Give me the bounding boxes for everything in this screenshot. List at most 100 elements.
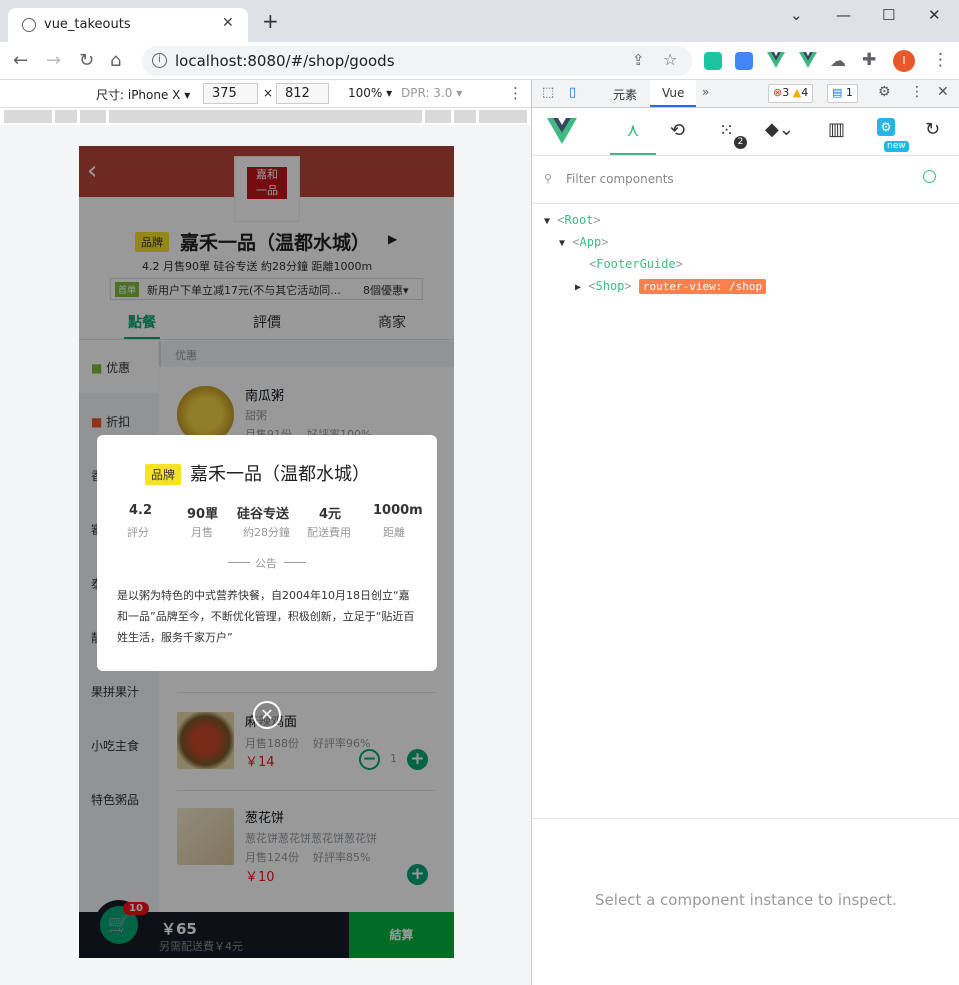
stat-label: 評分: [127, 526, 149, 539]
translate-icon[interactable]: [735, 52, 753, 70]
stat-value: 4元: [319, 507, 342, 522]
stat-label: 距離: [383, 526, 405, 539]
close-window-icon[interactable]: ✕: [928, 6, 941, 24]
close-devtools-icon[interactable]: ✕: [937, 84, 949, 100]
shop-info-modal: 品牌 嘉禾一品（温都水城） 4.2 評分 90單 月售 硅谷专送 約28分鐘 4…: [97, 435, 437, 671]
maximize-icon[interactable]: ☐: [882, 6, 895, 24]
history-icon[interactable]: ⟲: [670, 120, 685, 141]
height-input[interactable]: 812: [276, 83, 329, 104]
tree-tag: Shop: [595, 279, 625, 293]
ruler-seg[interactable]: [4, 110, 52, 123]
ruler-seg[interactable]: [479, 110, 527, 123]
ruler-seg[interactable]: [425, 110, 451, 123]
tab-vue[interactable]: Vue: [650, 80, 697, 107]
ruler-seg[interactable]: [454, 110, 476, 123]
browser-tab[interactable]: vue_takeouts ✕: [8, 8, 248, 42]
globe-icon: [22, 18, 36, 32]
devtools-panel: ⬚ ▯ 元素 Vue » ⊗3 ▲4 ▤ 1 ⚙ ⋮ ✕ ⋏ ⟲ ⁙ 2 ◆⌄ …: [531, 80, 959, 985]
back-icon[interactable]: ←: [13, 50, 28, 71]
refresh-icon[interactable]: ↻: [925, 119, 940, 140]
ruler-seg[interactable]: [55, 110, 77, 123]
ruler-seg[interactable]: [80, 110, 106, 123]
tree-node-app[interactable]: ▼ <App>: [559, 235, 608, 249]
stat-value: 硅谷专送: [237, 507, 290, 522]
width-input[interactable]: 375: [203, 83, 258, 104]
tree-tag: FooterGuide: [596, 257, 676, 271]
select-component-icon[interactable]: [923, 170, 936, 183]
device-toggle-icon[interactable]: ▯: [569, 85, 576, 100]
devtools-menu-icon[interactable]: ⋮: [910, 84, 924, 100]
tree-bracket: >: [675, 257, 683, 271]
modal-brand-badge: 品牌: [145, 464, 182, 485]
search-icon: ⚲: [544, 172, 553, 185]
tree-tag: App: [579, 235, 602, 249]
new-badge: new: [884, 141, 909, 152]
messages-counter[interactable]: ▤ 1: [827, 84, 858, 103]
stat-value: 1000m: [373, 503, 423, 518]
error-icon: ⊗: [773, 86, 783, 99]
filter-input[interactable]: Filter components: [566, 172, 674, 186]
device-select[interactable]: 尺寸: iPhone X ▾: [96, 86, 190, 103]
vue-ext-icon[interactable]: [799, 52, 817, 68]
message-icon: ▤: [832, 86, 843, 99]
settings-icon[interactable]: ⚙: [878, 84, 891, 100]
collapse-icon[interactable]: ▶: [575, 282, 581, 293]
tree-bracket: <: [572, 235, 580, 249]
avatar[interactable]: I: [893, 50, 915, 72]
dpr-label: DPR: 3.0: [401, 86, 453, 100]
zoom-select[interactable]: 100% ▾: [348, 86, 392, 100]
expand-icon[interactable]: ▼: [559, 238, 565, 249]
tree-bracket: <: [557, 213, 565, 227]
vue-logo-icon: [547, 118, 577, 144]
issues-counter[interactable]: ⊗3 ▲4: [768, 84, 814, 103]
extension-cloud-icon[interactable]: ☁: [830, 51, 846, 70]
tree-node-shop[interactable]: ▶ <Shop> router-view: /shop: [575, 279, 767, 294]
vue-toolbar: ⋏ ⟲ ⁙ 2 ◆⌄ ▥ ⚙ new ↻: [532, 108, 959, 156]
components-tab-icon[interactable]: ⋏: [610, 108, 656, 155]
new-tab-icon[interactable]: +: [262, 11, 279, 31]
address-bar[interactable]: i localhost:8080/#/shop/goods ⇪ ☆: [142, 46, 692, 76]
more-tabs-icon[interactable]: »: [702, 85, 709, 99]
ruler-seg[interactable]: [109, 110, 422, 123]
tab-vue-label: Vue: [662, 86, 685, 100]
stat-label: 配送費用: [307, 526, 351, 539]
routes-icon[interactable]: ◆⌄: [765, 119, 794, 140]
kebab-menu-icon[interactable]: ⋮: [932, 50, 949, 70]
inspect-icon[interactable]: ⬚: [542, 85, 554, 100]
expand-icon[interactable]: ▼: [544, 216, 550, 227]
forward-icon[interactable]: →: [46, 50, 61, 71]
star-icon[interactable]: ☆: [663, 50, 677, 69]
tab-title: vue_takeouts: [44, 17, 131, 32]
plugins-icon[interactable]: ⚙: [877, 118, 895, 136]
url-text: localhost:8080/#/shop/goods: [175, 52, 395, 70]
info-icon[interactable]: i: [152, 53, 167, 68]
more-icon[interactable]: ⋮: [508, 84, 523, 102]
puzzle-icon[interactable]: ✚: [862, 50, 876, 70]
stat-value: 90單: [187, 507, 219, 522]
share-icon[interactable]: ⇪: [632, 51, 645, 69]
timeline-badge: 2: [734, 136, 747, 149]
chevron-down-icon[interactable]: ⌄: [790, 6, 803, 24]
performance-icon[interactable]: ▥: [828, 119, 845, 140]
timeline-icon[interactable]: ⁙: [719, 120, 734, 141]
title-bar: vue_takeouts ✕ + ⌄ — ☐ ✕: [0, 0, 959, 42]
close-modal-icon[interactable]: ✕: [253, 701, 281, 729]
dpr-select[interactable]: DPR: 3.0 ▾: [401, 86, 462, 100]
filter-bar[interactable]: ⚲ Filter components: [532, 156, 959, 204]
extension-1-icon[interactable]: [704, 52, 722, 70]
close-tab-icon[interactable]: ✕: [222, 15, 234, 31]
media-query-ruler[interactable]: [0, 108, 531, 125]
minimize-icon[interactable]: —: [836, 6, 851, 24]
inspect-hint: Select a component instance to inspect.: [595, 891, 897, 909]
device-toolbar: 尺寸: iPhone X ▾ 375 × 812 100% ▾ DPR: 3.0…: [0, 80, 531, 108]
tree-node-root[interactable]: ▼ <Root>: [544, 213, 601, 227]
reload-icon[interactable]: ↻: [79, 50, 94, 71]
stat-value: 4.2: [129, 503, 153, 518]
vue-devtools-ext-icon[interactable]: [767, 52, 785, 68]
warning-count: 4: [801, 86, 809, 99]
home-icon[interactable]: ⌂: [110, 50, 121, 71]
tab-elements[interactable]: 元素: [613, 86, 637, 103]
warning-icon: ▲: [792, 86, 802, 99]
stat-label: 約28分鐘: [243, 526, 290, 539]
tree-node-footerguide[interactable]: <FooterGuide>: [589, 257, 683, 271]
